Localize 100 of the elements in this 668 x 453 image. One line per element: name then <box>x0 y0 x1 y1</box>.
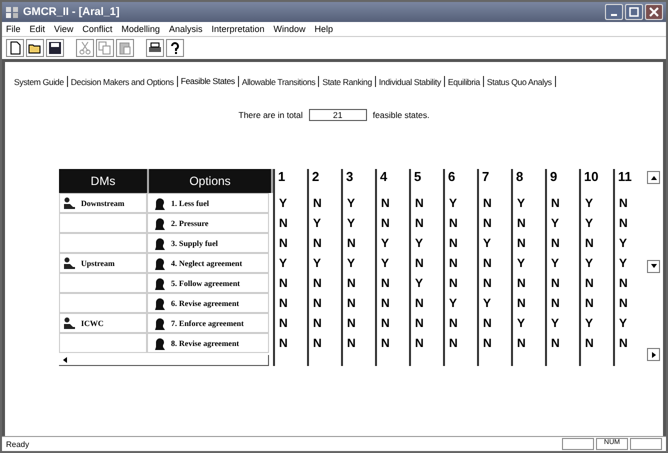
table-cell-text: N <box>414 255 425 272</box>
close-button[interactable] <box>645 4 663 20</box>
table-cell-text: Y <box>312 215 322 232</box>
table-cell-text: N <box>550 195 561 212</box>
table-cell-text: N <box>618 295 629 312</box>
left-arrow-icon[interactable] <box>62 356 68 364</box>
paste-icon[interactable] <box>116 39 134 57</box>
save-icon[interactable] <box>46 39 64 57</box>
table-cell-text: Y <box>516 255 526 272</box>
menu-item[interactable]: File <box>6 24 21 34</box>
table-cell-text: Y <box>414 275 424 292</box>
table-cell-text: N <box>414 335 425 352</box>
option-label: 2. Pressure <box>171 218 208 228</box>
table-cell-text: N <box>414 315 425 332</box>
table-cell-text: N <box>380 315 391 332</box>
table-cell-text: Y <box>346 215 356 232</box>
table-cell-text: Y <box>584 255 594 272</box>
head-icon <box>154 256 165 270</box>
table-cell-text: N <box>448 335 459 352</box>
table-cell-text: N <box>346 335 357 352</box>
table-cell-text: N <box>482 195 493 212</box>
state-header: 6 <box>447 169 456 186</box>
horizontal-scrollbar[interactable] <box>59 355 269 366</box>
column-header: DMs <box>59 169 149 193</box>
table-cell-text: N <box>482 255 493 272</box>
column-header: Options <box>149 169 273 193</box>
table-cell-text: Y <box>448 295 458 312</box>
table-cell-text: Y <box>584 315 594 332</box>
copy-icon[interactable] <box>96 39 114 57</box>
table-cell-text: N <box>516 235 527 252</box>
table-cell-text: N <box>346 235 357 252</box>
tab[interactable]: Feasible States <box>178 74 238 89</box>
table-cell-text: N <box>618 275 629 292</box>
table-cell-text: Y <box>380 255 390 272</box>
table-cell-text: N <box>346 315 357 332</box>
table-cell-text: N <box>278 275 289 292</box>
folder-icon[interactable] <box>26 39 44 57</box>
table-cell-text: N <box>278 315 289 332</box>
tab[interactable]: System Guide <box>11 74 67 88</box>
count-field: 21 <box>308 109 367 121</box>
table-cell-text: N <box>448 235 459 252</box>
tab[interactable]: Individual Stability <box>376 74 444 88</box>
option-label: 1. Less fuel <box>171 198 209 208</box>
person-icon <box>63 197 75 209</box>
state-header: 2 <box>311 169 320 186</box>
menu-item[interactable]: Analysis <box>168 24 202 34</box>
state-header: 9 <box>549 169 558 186</box>
head-icon <box>154 196 165 210</box>
state-header: 7 <box>481 169 490 186</box>
table-cell-text: Y <box>618 235 628 252</box>
menu-item[interactable]: Modelling <box>121 24 160 34</box>
table-cell-text: N <box>312 195 323 212</box>
menu-item[interactable]: Edit <box>30 24 46 34</box>
head-icon <box>154 216 165 230</box>
maximize-icon <box>629 7 639 17</box>
menu-item[interactable]: Interpretation <box>211 24 264 34</box>
minimize-button[interactable] <box>605 4 623 20</box>
table-cell-text: Y <box>584 215 594 232</box>
table-cell-text: N <box>448 255 459 272</box>
table-cell-text: N <box>380 335 391 352</box>
table-cell-text: N <box>482 335 493 352</box>
table-cell-text: N <box>482 315 493 332</box>
scissors-icon[interactable] <box>76 39 94 57</box>
table-cell-text: Y <box>550 315 560 332</box>
menu-item[interactable]: Conflict <box>82 24 112 34</box>
table-cell-text: Y <box>380 235 390 252</box>
table-cell-text: N <box>448 275 459 292</box>
printer-icon[interactable] <box>146 39 164 57</box>
table-cell-text: Y <box>312 255 322 272</box>
option-label: 7. Enforce agreement <box>171 318 244 328</box>
table-cell-text: N <box>516 295 527 312</box>
tab[interactable]: Status Quo Analys <box>484 74 555 88</box>
state-header: 1 <box>277 169 286 186</box>
decision-maker: Downstream <box>81 198 124 208</box>
table-cell-text: N <box>414 195 425 212</box>
maximize-button[interactable] <box>625 4 643 20</box>
status-text: Ready <box>6 440 30 448</box>
status-pane <box>630 438 662 450</box>
menu-item[interactable]: Window <box>274 24 306 34</box>
tab[interactable]: State Ranking <box>319 74 375 88</box>
summary-label: There are in total <box>238 110 303 120</box>
table-cell-text: N <box>618 195 629 212</box>
help-icon[interactable] <box>166 39 184 57</box>
person-icon <box>63 257 75 269</box>
table-cell-text: N <box>584 275 595 292</box>
menu-item[interactable]: Help <box>314 24 334 34</box>
tab[interactable]: Equilibria <box>444 74 483 88</box>
menu-item[interactable]: View <box>54 24 74 34</box>
table-cell-text: N <box>618 215 629 232</box>
new-file-icon[interactable] <box>6 39 24 57</box>
table-cell-text: N <box>278 235 289 252</box>
table-cell-text: N <box>380 195 391 212</box>
table-cell-text: Y <box>278 195 288 212</box>
tab[interactable]: Allowable Transitions <box>238 74 318 88</box>
status-pane <box>562 438 594 450</box>
head-icon <box>154 236 165 250</box>
table-cell-text: N <box>550 295 561 312</box>
table-cell-text: N <box>448 215 459 232</box>
tab[interactable]: Decision Makers and Options <box>68 74 177 88</box>
window-title: GMCR_II - [Aral_1] <box>23 6 120 18</box>
